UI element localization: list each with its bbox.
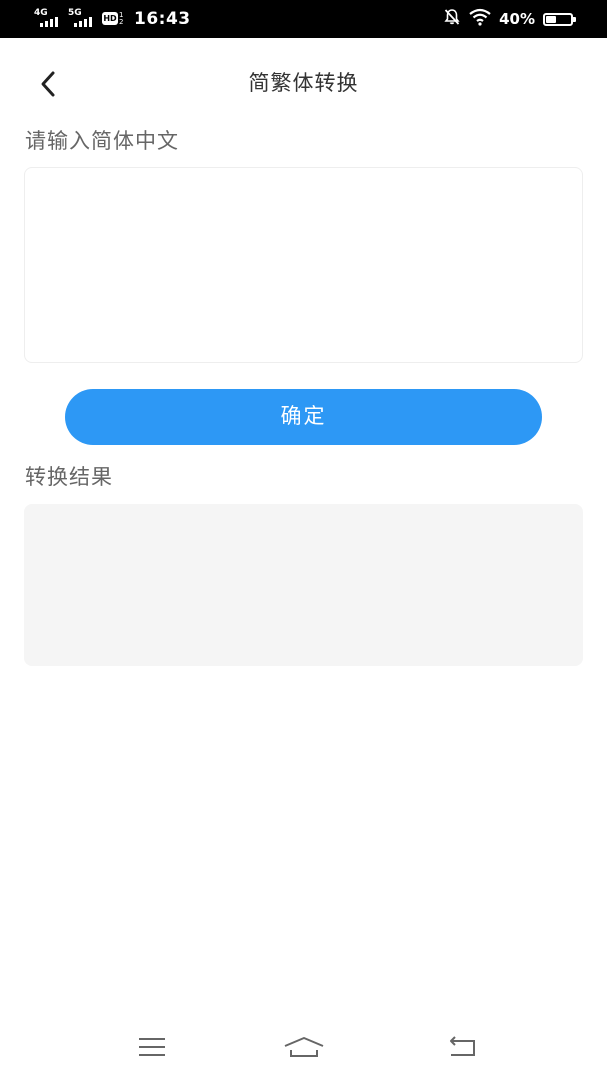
status-bar-right: 40% <box>443 6 576 32</box>
conversion-result-box <box>24 504 583 666</box>
battery-percent: 40% <box>499 10 535 28</box>
input-label: 请输入简体中文 <box>25 129 179 153</box>
battery-icon <box>543 12 576 26</box>
signal-icon: 5G <box>68 8 96 30</box>
hd-sub-label: 1 2 <box>119 11 124 26</box>
hd-label: HD <box>102 12 118 25</box>
status-time: 16:43 <box>134 9 191 29</box>
hd-voice-icon: HD 1 2 <box>102 8 126 30</box>
wifi-icon <box>469 8 491 30</box>
back-icon <box>446 1035 478 1063</box>
header: 简繁体转换 <box>0 38 607 128</box>
simplified-chinese-input[interactable] <box>24 167 583 363</box>
menu-icon <box>137 1036 167 1062</box>
signal-icon: 4G <box>34 8 62 30</box>
mute-icon <box>443 8 461 30</box>
status-bar-left: 4G 5G HD 1 2 16:43 <box>34 6 191 32</box>
battery-fill <box>546 15 557 23</box>
nav-home-button[interactable] <box>279 1034 329 1064</box>
result-label: 转换结果 <box>25 465 113 489</box>
nav-menu-button[interactable] <box>127 1034 177 1064</box>
status-bar: 4G 5G HD 1 2 16:43 40% <box>0 0 607 38</box>
home-icon <box>283 1035 325 1063</box>
page-title: 简繁体转换 <box>248 71 359 95</box>
screen: 4G 5G HD 1 2 16:43 40% 简繁体转换 请输入简体中文 确定 … <box>0 0 607 1080</box>
nav-back-button[interactable] <box>437 1034 487 1064</box>
system-nav-bar <box>0 1020 607 1080</box>
confirm-button[interactable]: 确定 <box>65 389 542 445</box>
